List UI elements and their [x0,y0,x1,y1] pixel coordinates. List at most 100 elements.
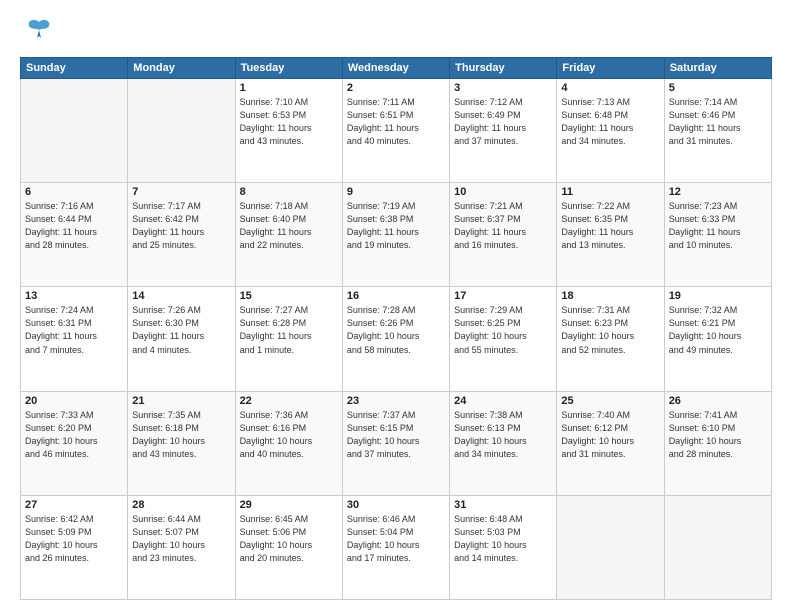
calendar-week-5: 27 Sunrise: 6:42 AM Sunset: 5:09 PM Dayli… [21,495,772,599]
calendar-cell: 26 Sunrise: 7:41 AM Sunset: 6:10 PM Dayli… [664,391,771,495]
day-info: Sunrise: 6:44 AM Sunset: 5:07 PM Dayligh… [132,513,230,565]
calendar-week-3: 13 Sunrise: 7:24 AM Sunset: 6:31 PM Dayli… [21,287,772,391]
day-number: 20 [25,395,123,407]
day-info: Sunrise: 7:40 AM Sunset: 6:12 PM Dayligh… [561,409,659,461]
calendar-cell: 23Sunrise: 7:37 AM Sunset: 6:15 PM Dayli… [342,391,449,495]
calendar-cell: 14 Sunrise: 7:26 AM Sunset: 6:30 PM Dayli… [128,287,235,391]
day-info: Sunrise: 7:36 AM Sunset: 6:16 PM Dayligh… [240,409,338,461]
calendar-cell: 19Sunrise: 7:32 AM Sunset: 6:21 PM Dayli… [664,287,771,391]
calendar-header-wednesday: Wednesday [342,58,449,79]
day-info: Sunrise: 7:33 AM Sunset: 6:20 PM Dayligh… [25,409,123,461]
calendar-cell: 1Sunrise: 7:10 AM Sunset: 6:53 PM Daylig… [235,79,342,183]
day-number: 2 [347,82,445,94]
calendar-cell: 7 Sunrise: 7:17 AM Sunset: 6:42 PM Daylig… [128,183,235,287]
day-info: Sunrise: 6:48 AM Sunset: 5:03 PM Dayligh… [454,513,552,565]
day-number: 3 [454,82,552,94]
calendar-cell: 21Sunrise: 7:35 AM Sunset: 6:18 PM Dayli… [128,391,235,495]
day-info: Sunrise: 7:35 AM Sunset: 6:18 PM Dayligh… [132,409,230,461]
day-info: Sunrise: 7:17 AM Sunset: 6:42 PM Dayligh… [132,200,230,252]
day-info: Sunrise: 6:45 AM Sunset: 5:06 PM Dayligh… [240,513,338,565]
day-number: 14 [132,290,230,302]
day-info: Sunrise: 7:38 AM Sunset: 6:13 PM Dayligh… [454,409,552,461]
calendar-cell: 30 Sunrise: 6:46 AM Sunset: 5:04 PM Dayli… [342,495,449,599]
day-info: Sunrise: 7:41 AM Sunset: 6:10 PM Dayligh… [669,409,767,461]
calendar-table: SundayMondayTuesdayWednesdayThursdayFrid… [20,57,772,600]
day-info: Sunrise: 7:26 AM Sunset: 6:30 PM Dayligh… [132,304,230,356]
calendar-cell: 4 Sunrise: 7:13 AM Sunset: 6:48 PM Daylig… [557,79,664,183]
day-number: 7 [132,186,230,198]
logo-bird-icon [25,16,53,49]
day-info: Sunrise: 7:18 AM Sunset: 6:40 PM Dayligh… [240,200,338,252]
day-info: Sunrise: 7:22 AM Sunset: 6:35 PM Dayligh… [561,200,659,252]
day-number: 23 [347,395,445,407]
calendar-cell [557,495,664,599]
day-number: 16 [347,290,445,302]
calendar-header-saturday: Saturday [664,58,771,79]
calendar-cell: 8 Sunrise: 7:18 AM Sunset: 6:40 PM Daylig… [235,183,342,287]
day-number: 11 [561,186,659,198]
calendar-week-2: 6 Sunrise: 7:16 AM Sunset: 6:44 PM Daylig… [21,183,772,287]
day-number: 29 [240,499,338,511]
day-info: Sunrise: 6:42 AM Sunset: 5:09 PM Dayligh… [25,513,123,565]
day-info: Sunrise: 7:28 AM Sunset: 6:26 PM Dayligh… [347,304,445,356]
page: SundayMondayTuesdayWednesdayThursdayFrid… [0,0,792,612]
day-number: 17 [454,290,552,302]
day-number: 13 [25,290,123,302]
day-number: 8 [240,186,338,198]
day-number: 24 [454,395,552,407]
day-info: Sunrise: 7:24 AM Sunset: 6:31 PM Dayligh… [25,304,123,356]
day-number: 22 [240,395,338,407]
day-number: 31 [454,499,552,511]
day-number: 9 [347,186,445,198]
calendar-cell: 24 Sunrise: 7:38 AM Sunset: 6:13 PM Dayli… [450,391,557,495]
day-info: Sunrise: 7:27 AM Sunset: 6:28 PM Dayligh… [240,304,338,356]
day-info: Sunrise: 7:32 AM Sunset: 6:21 PM Dayligh… [669,304,767,356]
day-number: 30 [347,499,445,511]
calendar-cell: 3 Sunrise: 7:12 AM Sunset: 6:49 PM Daylig… [450,79,557,183]
calendar-header-monday: Monday [128,58,235,79]
calendar-cell [128,79,235,183]
calendar-cell: 17 Sunrise: 7:29 AM Sunset: 6:25 PM Dayli… [450,287,557,391]
day-number: 10 [454,186,552,198]
calendar-cell: 5 Sunrise: 7:14 AM Sunset: 6:46 PM Daylig… [664,79,771,183]
calendar-cell: 2 Sunrise: 7:11 AM Sunset: 6:51 PM Daylig… [342,79,449,183]
calendar-cell: 25 Sunrise: 7:40 AM Sunset: 6:12 PM Dayli… [557,391,664,495]
calendar-week-4: 20 Sunrise: 7:33 AM Sunset: 6:20 PM Dayli… [21,391,772,495]
calendar-cell: 29 Sunrise: 6:45 AM Sunset: 5:06 PM Dayli… [235,495,342,599]
calendar-cell: 12 Sunrise: 7:23 AM Sunset: 6:33 PM Dayli… [664,183,771,287]
day-number: 1 [240,82,338,94]
calendar-cell: 15Sunrise: 7:27 AM Sunset: 6:28 PM Dayli… [235,287,342,391]
calendar-cell: 27 Sunrise: 6:42 AM Sunset: 5:09 PM Dayli… [21,495,128,599]
calendar-cell: 10Sunrise: 7:21 AM Sunset: 6:37 PM Dayli… [450,183,557,287]
calendar-week-1: 1Sunrise: 7:10 AM Sunset: 6:53 PM Daylig… [21,79,772,183]
calendar-header-row: SundayMondayTuesdayWednesdayThursdayFrid… [21,58,772,79]
day-number: 4 [561,82,659,94]
day-info: Sunrise: 7:13 AM Sunset: 6:48 PM Dayligh… [561,96,659,148]
day-number: 26 [669,395,767,407]
day-info: Sunrise: 7:16 AM Sunset: 6:44 PM Dayligh… [25,200,123,252]
day-info: Sunrise: 6:46 AM Sunset: 5:04 PM Dayligh… [347,513,445,565]
day-number: 6 [25,186,123,198]
day-info: Sunrise: 7:14 AM Sunset: 6:46 PM Dayligh… [669,96,767,148]
day-number: 27 [25,499,123,511]
day-info: Sunrise: 7:11 AM Sunset: 6:51 PM Dayligh… [347,96,445,148]
day-number: 18 [561,290,659,302]
header [20,16,772,49]
calendar-cell: 13 Sunrise: 7:24 AM Sunset: 6:31 PM Dayli… [21,287,128,391]
calendar-header-tuesday: Tuesday [235,58,342,79]
calendar-header-thursday: Thursday [450,58,557,79]
day-info: Sunrise: 7:29 AM Sunset: 6:25 PM Dayligh… [454,304,552,356]
day-number: 5 [669,82,767,94]
day-info: Sunrise: 7:12 AM Sunset: 6:49 PM Dayligh… [454,96,552,148]
calendar-cell: 22 Sunrise: 7:36 AM Sunset: 6:16 PM Dayli… [235,391,342,495]
calendar-cell [21,79,128,183]
day-info: Sunrise: 7:19 AM Sunset: 6:38 PM Dayligh… [347,200,445,252]
calendar-header-friday: Friday [557,58,664,79]
day-info: Sunrise: 7:23 AM Sunset: 6:33 PM Dayligh… [669,200,767,252]
calendar-cell: 16 Sunrise: 7:28 AM Sunset: 6:26 PM Dayli… [342,287,449,391]
day-number: 12 [669,186,767,198]
calendar-cell: 31 Sunrise: 6:48 AM Sunset: 5:03 PM Dayli… [450,495,557,599]
day-number: 25 [561,395,659,407]
calendar-cell: 11 Sunrise: 7:22 AM Sunset: 6:35 PM Dayli… [557,183,664,287]
day-info: Sunrise: 7:31 AM Sunset: 6:23 PM Dayligh… [561,304,659,356]
